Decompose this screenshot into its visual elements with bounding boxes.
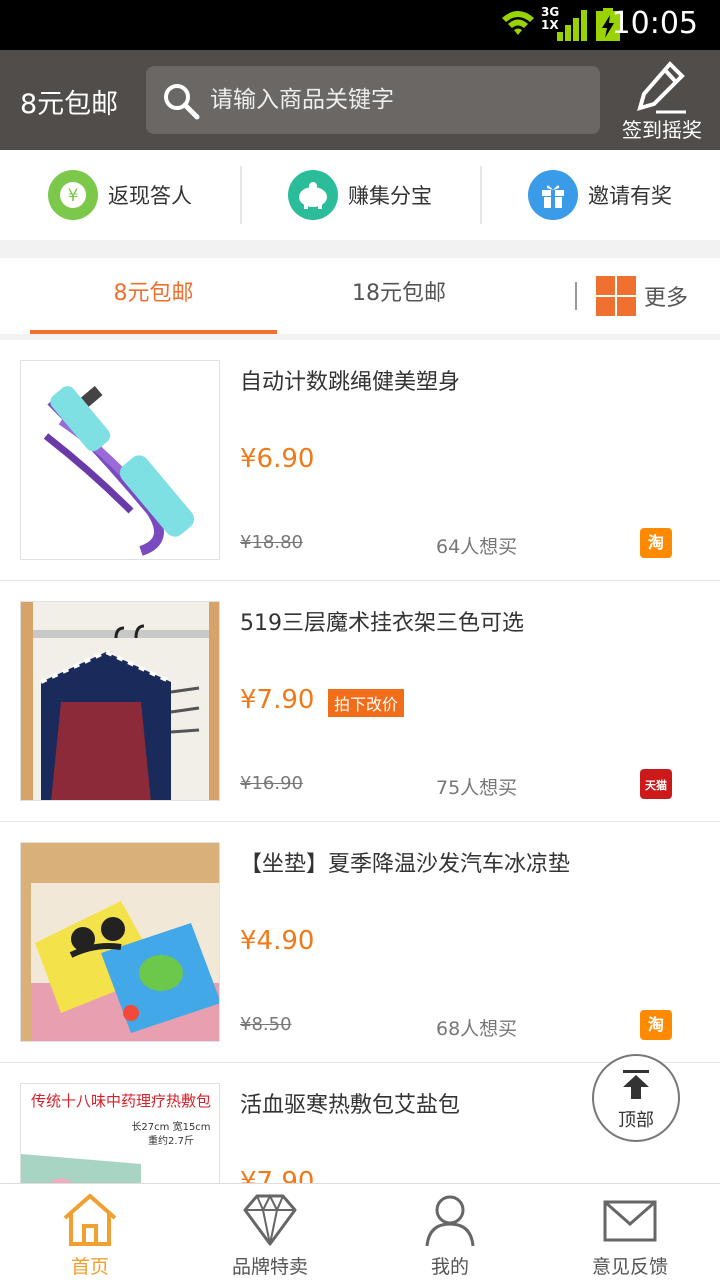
piggy-bank-icon — [288, 170, 338, 220]
tab-8-yuan[interactable]: 8元包邮 — [30, 258, 277, 334]
taobao-icon: 淘 — [640, 528, 672, 558]
product-image-heat-pack: 传统十八味中药理疗热敷包 长27cm 宽15cm 重约2.7斤 — [20, 1083, 220, 1183]
nav-mine[interactable]: 我的 — [360, 1184, 540, 1280]
product-want-count: 75人想买 — [436, 777, 518, 799]
nav-feedback-label: 意见反馈 — [591, 1256, 668, 1278]
bottom-nav: 首页 品牌特卖 我的 意见反馈 — [0, 1183, 720, 1280]
grid-icon — [596, 276, 636, 316]
product-image-cushion — [20, 842, 220, 1042]
back-to-top-button[interactable]: 顶部 — [592, 1054, 680, 1142]
product-price: ¥6.90 — [240, 444, 315, 474]
pencil-icon — [637, 61, 686, 114]
taobao-icon: 淘 — [640, 1010, 672, 1040]
nav-brand-sale-label: 品牌特卖 — [231, 1256, 308, 1278]
product-name: 活血驱寒热敷包艾盐包 — [240, 1093, 461, 1118]
cashback-label: 返现答人 — [108, 184, 192, 208]
invite-reward-label: 邀请有奖 — [588, 184, 672, 208]
arrow-up-icon — [623, 1070, 649, 1099]
product-price: ¥7.90 — [240, 1167, 315, 1183]
search-box[interactable] — [146, 66, 600, 134]
home-icon — [63, 1194, 117, 1246]
earn-points-button[interactable]: 赚集分宝 — [240, 150, 480, 240]
gift-icon — [528, 170, 578, 220]
page-title: 8元包邮 — [20, 89, 119, 120]
nav-home-label: 首页 — [70, 1256, 109, 1278]
product-name: 自动计数跳绳健美塑身 — [240, 370, 461, 395]
tab-divider — [575, 282, 577, 310]
product-original-price: ¥18.80 — [240, 532, 303, 553]
search-icon — [164, 84, 200, 120]
nav-mine-label: 我的 — [430, 1256, 469, 1278]
svg-text:重约2.7斤: 重约2.7斤 — [148, 1134, 194, 1147]
product-item[interactable]: 自动计数跳绳健美塑身 ¥6.90 ¥18.80 64人想买 淘 — [0, 340, 720, 581]
product-item[interactable]: 【坐垫】夏季降温沙发汽车冰凉垫 ¥4.90 ¥8.50 68人想买 淘 — [0, 822, 720, 1063]
nav-brand-sale[interactable]: 品牌特卖 — [180, 1184, 360, 1280]
more-button[interactable]: 更多 — [596, 276, 688, 316]
user-icon — [425, 1195, 475, 1247]
tmall-icon: 天猫 — [640, 769, 672, 799]
invite-reward-button[interactable]: 邀请有奖 — [480, 150, 720, 240]
product-item[interactable]: 519三层魔术挂衣架三色可选 ¥7.90 拍下改价 ¥16.90 75人想买 天… — [0, 581, 720, 822]
nav-feedback[interactable]: 意见反馈 — [540, 1184, 720, 1280]
mail-icon — [603, 1200, 657, 1242]
product-image-jump-rope — [20, 360, 220, 560]
wifi-icon — [502, 11, 534, 35]
price-change-badge: 拍下改价 — [328, 689, 405, 717]
search-input[interactable] — [210, 80, 580, 120]
product-image-hanger — [20, 601, 220, 801]
product-price: ¥7.90 — [240, 685, 315, 715]
diamond-icon — [243, 1193, 297, 1246]
product-original-price: ¥16.90 — [240, 773, 303, 794]
svg-text:长27cm 宽15cm: 长27cm 宽15cm — [131, 1120, 210, 1133]
status-bar: 3G 1X 10:05 — [0, 0, 720, 50]
category-tabs: 8元包邮 18元包邮 更多 — [0, 258, 720, 334]
quick-actions: ¥ 返现答人 赚集分宝 邀请有奖 — [0, 150, 720, 240]
product-want-count: 68人想买 — [436, 1018, 518, 1040]
cashback-button[interactable]: ¥ 返现答人 — [0, 150, 240, 240]
product-price: ¥4.90 — [240, 926, 315, 956]
app-header: 8元包邮 签到摇奖 — [0, 50, 720, 150]
earn-points-label: 赚集分宝 — [348, 184, 432, 208]
svg-text:¥: ¥ — [68, 186, 79, 206]
signin-label: 签到摇奖 — [622, 118, 702, 142]
signal-icon — [557, 10, 587, 41]
yen-icon: ¥ — [48, 170, 98, 220]
back-to-top-label: 顶部 — [618, 1110, 654, 1131]
more-label: 更多 — [644, 286, 689, 311]
nav-home[interactable]: 首页 — [0, 1184, 180, 1280]
product-original-price: ¥8.50 — [240, 1014, 292, 1035]
product-want-count: 64人想买 — [436, 536, 518, 558]
tab-18-yuan[interactable]: 18元包邮 — [276, 258, 522, 334]
clock: 10:05 — [611, 6, 698, 41]
signin-lottery-button[interactable]: 签到摇奖 — [614, 60, 710, 144]
svg-text:传统十八味中药理疗热敷包: 传统十八味中药理疗热敷包 — [31, 1092, 211, 1110]
product-name: 【坐垫】夏季降温沙发汽车冰凉垫 — [240, 852, 571, 877]
product-name: 519三层魔术挂衣架三色可选 — [240, 611, 524, 636]
